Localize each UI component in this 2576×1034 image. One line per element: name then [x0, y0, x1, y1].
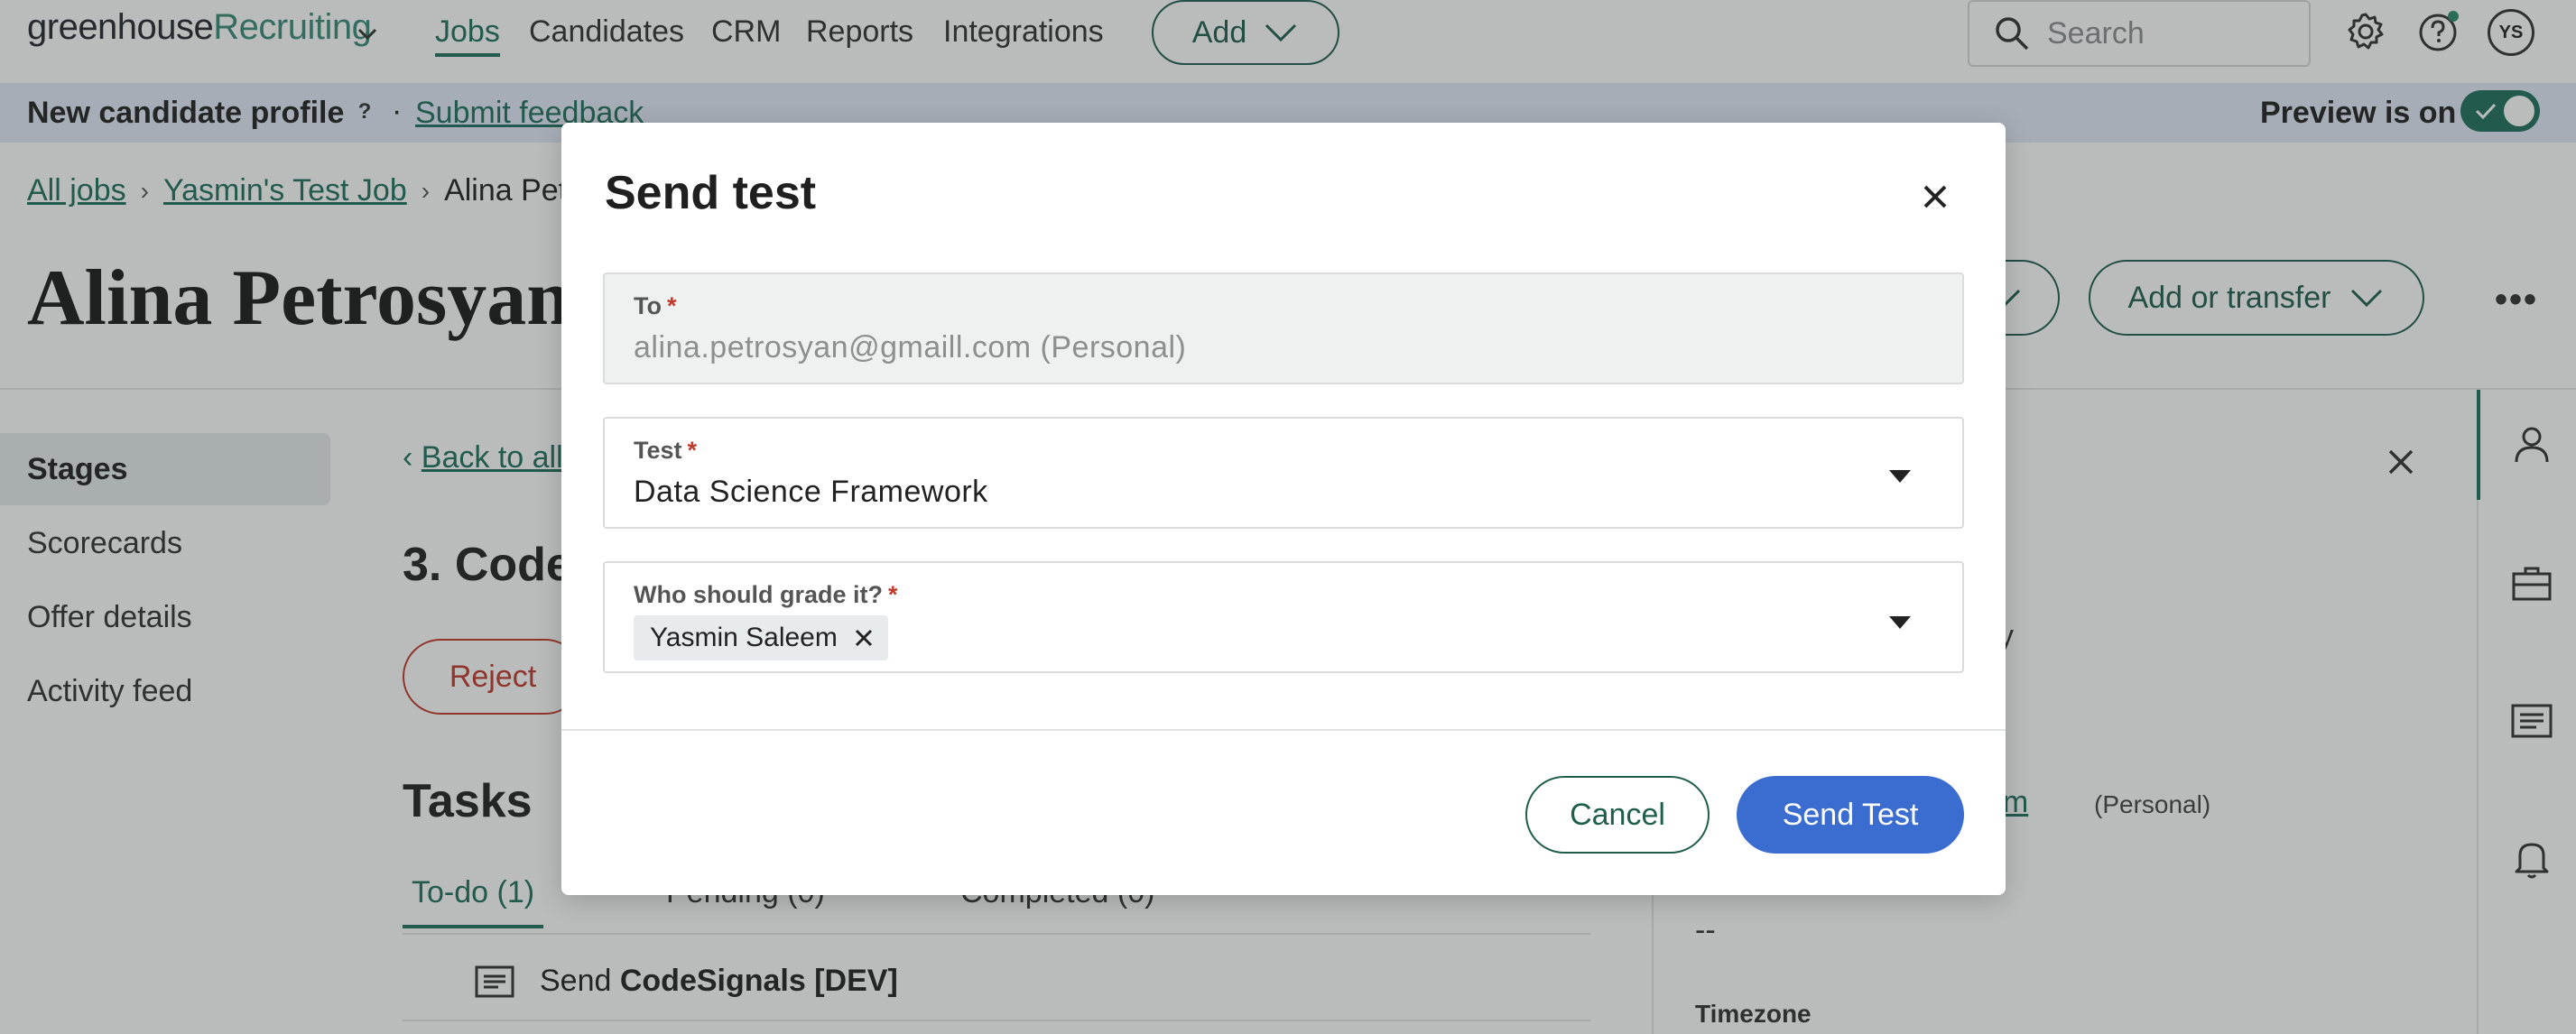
close-icon[interactable] [1915, 177, 1955, 217]
cancel-button[interactable]: Cancel [1525, 776, 1710, 854]
grader-chip: Yasmin Saleem [634, 615, 888, 660]
required-mark: * [666, 292, 677, 319]
remove-chip-icon[interactable] [852, 626, 876, 650]
test-label-text: Test [634, 437, 682, 464]
caret-down-icon[interactable] [1885, 606, 1915, 637]
send-test-button[interactable]: Send Test [1737, 776, 1964, 854]
caret-down-icon[interactable] [1885, 460, 1915, 491]
to-label-text: To [634, 292, 662, 319]
required-mark: * [687, 437, 698, 464]
send-test-modal: Send test To * alina.petrosyan@gmaill.com… [561, 123, 2006, 895]
test-selected-value: Data Science Framework [634, 475, 988, 509]
grader-chip-label: Yasmin Saleem [650, 623, 838, 652]
grader-select[interactable]: Who should grade it? * Yasmin Saleem [603, 561, 1964, 673]
test-field-label: Test * [634, 437, 697, 465]
test-select[interactable]: Test * Data Science Framework [603, 417, 1964, 529]
to-field: To * alina.petrosyan@gmaill.com (Personal… [603, 272, 1964, 384]
grader-field-label: Who should grade it? * [634, 581, 898, 609]
grader-label-text: Who should grade it? [634, 581, 883, 608]
to-field-label: To * [634, 292, 677, 320]
required-mark: * [887, 581, 898, 608]
modal-footer-divider [561, 729, 2006, 731]
to-field-value: alina.petrosyan@gmaill.com (Personal) [634, 330, 1187, 365]
modal-title: Send test [605, 167, 817, 219]
